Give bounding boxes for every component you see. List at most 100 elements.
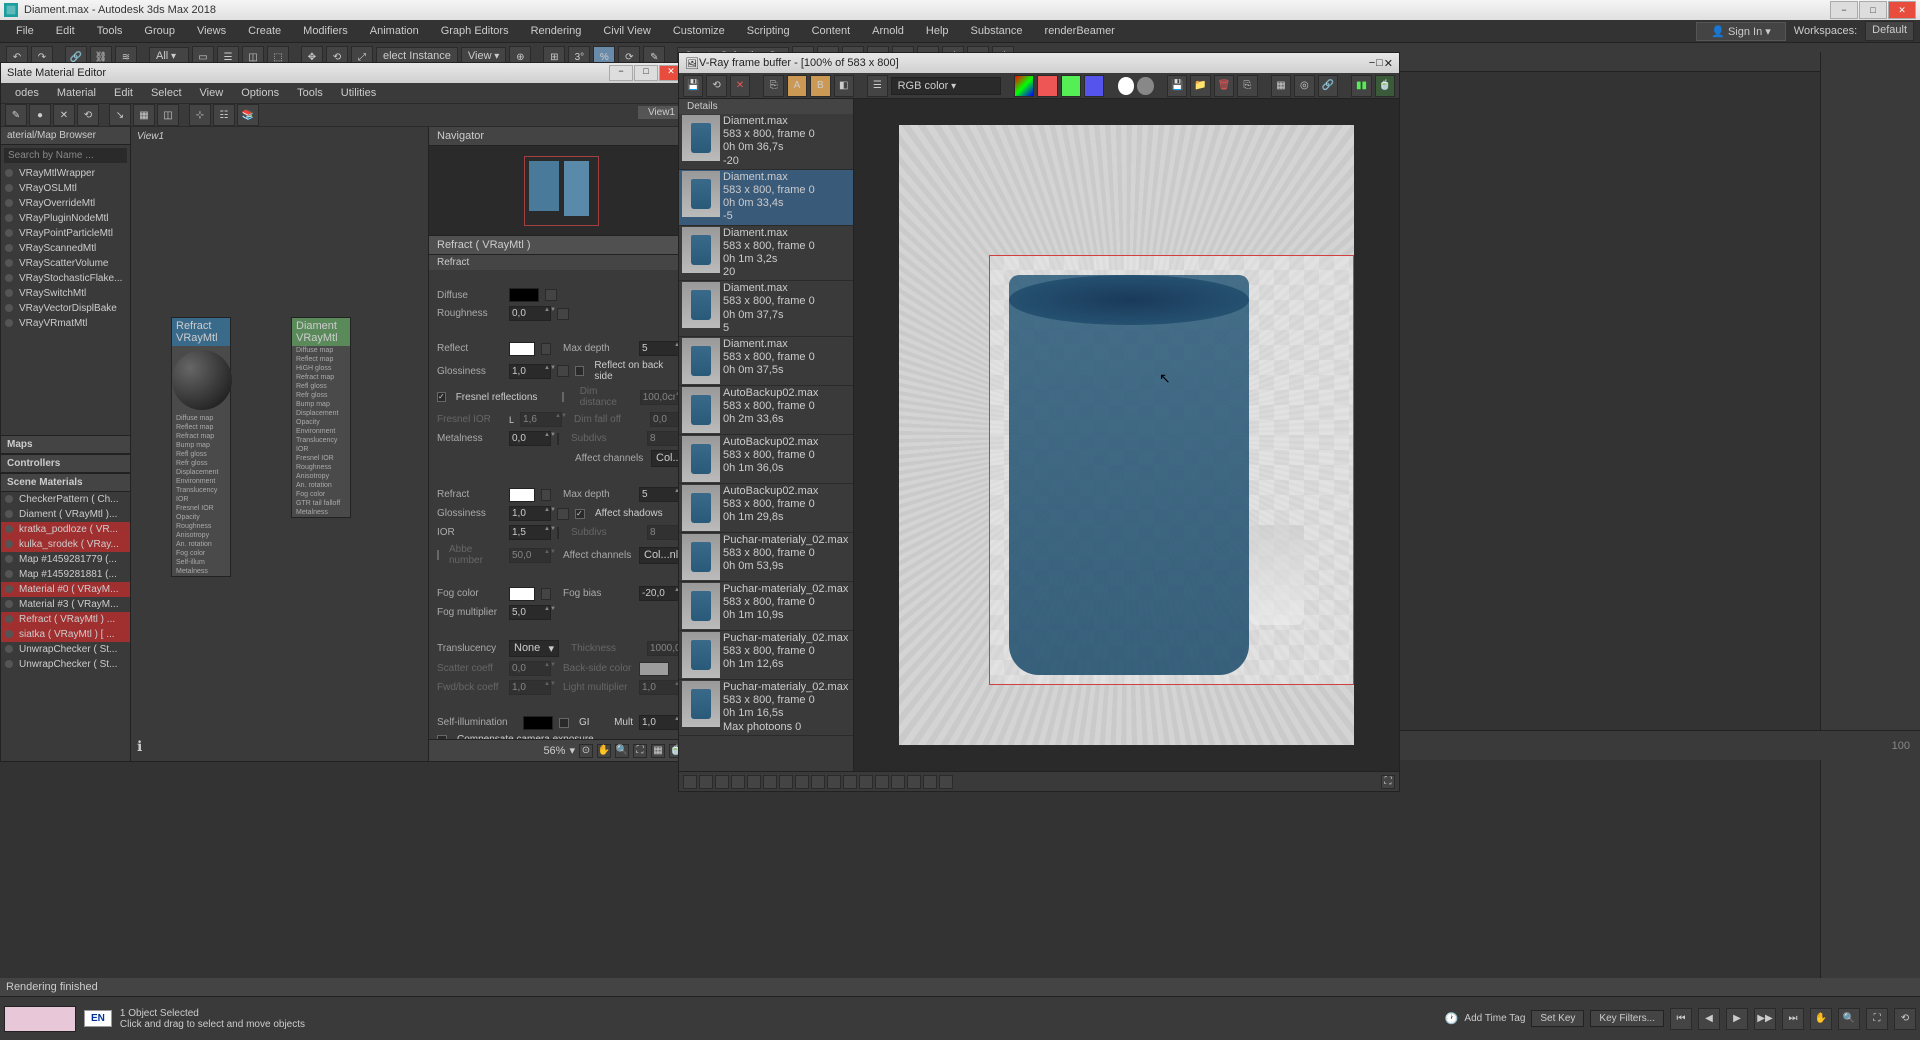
vfb-title-bar[interactable]: 🖼 V-Ray frame buffer - [100% of 583 x 80… (679, 53, 1399, 73)
diffuse-color-swatch[interactable] (509, 288, 539, 302)
refract-color-swatch[interactable] (509, 488, 535, 502)
scene-material-item[interactable]: Refract ( VRayMtl ) ... (1, 612, 130, 627)
reflect-backside-checkbox[interactable] (575, 366, 585, 376)
slate-pick-icon[interactable]: ✎ (5, 104, 27, 126)
controllers-section-header[interactable]: Controllers (1, 454, 130, 473)
time-play-icon[interactable]: ▶ (1726, 1008, 1748, 1030)
script-listener-box[interactable] (4, 1006, 76, 1032)
node-slot[interactable]: Anisotropy (172, 531, 230, 540)
slate-menu-options[interactable]: Options (233, 85, 287, 101)
vfb-save-icon[interactable]: 💾 (683, 75, 703, 97)
node-slot[interactable]: Translucency (172, 486, 230, 495)
slate-matlib-icon[interactable]: 📚 (237, 104, 259, 126)
vfb-channel-dropdown[interactable]: RGB color ▾ (891, 77, 1001, 95)
vfb-region-icon[interactable]: ▦ (1271, 75, 1291, 97)
menu-arnold[interactable]: Arnold (862, 23, 914, 39)
slate-menu-select[interactable]: Select (143, 85, 190, 101)
history-item[interactable]: Diament.max583 x 800, frame 00h 0m 37,5s (679, 337, 853, 386)
vfb-f-btn-5[interactable] (747, 775, 761, 789)
params-title[interactable]: Refract ( VRayMtl ) (429, 236, 689, 255)
set-key-button[interactable]: Set Key (1531, 1010, 1584, 1027)
history-item[interactable]: AutoBackup02.max583 x 800, frame 00h 1m … (679, 484, 853, 533)
timeline-ruler[interactable]: 100 (1400, 730, 1920, 760)
menu-tools[interactable]: Tools (87, 23, 133, 39)
menu-civil-view[interactable]: Civil View (593, 23, 660, 39)
vfb-green-icon[interactable] (1061, 75, 1081, 97)
material-type-item[interactable]: VRayScannedMtl (1, 241, 130, 256)
scene-materials-header[interactable]: Scene Materials (1, 473, 130, 492)
menu-graph-editors[interactable]: Graph Editors (431, 23, 519, 39)
language-badge[interactable]: EN (84, 1010, 112, 1027)
vfb-saveall-icon[interactable]: 💾 (1167, 75, 1187, 97)
lightmult-spinner[interactable]: ▲▼ (639, 680, 681, 695)
key-filters-button[interactable]: Key Filters... (1590, 1010, 1664, 1027)
slate-layout-icon[interactable]: ☷ (213, 104, 235, 126)
fogbias-spinner[interactable]: ▲▼ (639, 586, 681, 601)
scene-material-item[interactable]: kratka_podloze ( VR... (1, 522, 130, 537)
backside-swatch[interactable] (639, 662, 669, 676)
vfb-stop-icon[interactable]: ▮▮ (1351, 75, 1371, 97)
signin-button[interactable]: 👤 Sign In ▾ (1696, 22, 1786, 41)
node-slot[interactable]: Self-illum (172, 558, 230, 567)
node-slot[interactable]: Refl gloss (292, 382, 350, 391)
vfb-f-expand-icon[interactable]: ⛶ (1381, 775, 1395, 789)
browser-search-input[interactable]: Search by Name ... (4, 148, 127, 163)
abbe-checkbox[interactable] (437, 550, 439, 560)
fresnelior-spinner[interactable]: ▲▼ (520, 412, 562, 427)
scene-material-item[interactable]: kulka_srodek ( VRay... (1, 537, 130, 552)
node-slot[interactable]: Refract map (172, 432, 230, 441)
vfb-f-btn-17[interactable] (939, 775, 953, 789)
node-view[interactable]: View1 RefractVRayMtl Diffuse mapReflect … (131, 127, 429, 761)
translucency-dropdown[interactable]: None▾ (509, 640, 559, 657)
material-type-item[interactable]: VRayPluginNodeMtl (1, 211, 130, 226)
node-slot[interactable]: Bump map (172, 441, 230, 450)
slate-menu-utilities[interactable]: Utilities (333, 85, 384, 101)
vfb-f-btn-4[interactable] (731, 775, 745, 789)
vfb-track-icon[interactable]: ◎ (1294, 75, 1314, 97)
node-slot[interactable]: HiGH gloss (292, 364, 350, 373)
slate-menu-modes[interactable]: odes (7, 85, 47, 101)
history-item[interactable]: Puchar-materialy_02.max583 x 800, frame … (679, 680, 853, 736)
vfb-link-icon[interactable]: 🔗 (1318, 75, 1338, 97)
zoom-fit-icon[interactable]: ⊙ (579, 744, 593, 758)
material-type-item[interactable]: VRayVRmatMtl (1, 316, 130, 331)
node-slot[interactable]: Refr gloss (172, 459, 230, 468)
node-slot[interactable]: Displacement (292, 409, 350, 418)
vfb-f-btn-16[interactable] (923, 775, 937, 789)
history-item[interactable]: AutoBackup02.max583 x 800, frame 00h 2m … (679, 386, 853, 435)
diffuse-map-button[interactable] (545, 289, 557, 301)
node-slot[interactable]: Diffuse map (172, 414, 230, 423)
slate-maximize-button[interactable]: □ (634, 65, 658, 81)
vfb-minimize-button[interactable]: − (1369, 57, 1375, 70)
reflect-color-swatch[interactable] (509, 342, 535, 356)
node-slot[interactable]: IOR (172, 495, 230, 504)
slate-menu-material[interactable]: Material (49, 85, 104, 101)
material-type-item[interactable]: VRayMtlWrapper (1, 166, 130, 181)
history-item[interactable]: Diament.max583 x 800, frame 00h 1m 3,2s2… (679, 226, 853, 282)
node-slot[interactable]: Environment (292, 427, 350, 436)
dimdist-checkbox[interactable] (562, 392, 564, 402)
scene-material-item[interactable]: siatka ( VRayMtl ) [ ... (1, 627, 130, 642)
material-type-item[interactable]: VRayScatterVolume (1, 256, 130, 271)
vfb-close-button[interactable]: ✕ (1384, 57, 1393, 70)
vfb-red-icon[interactable] (1037, 75, 1057, 97)
vfb-f-btn-13[interactable] (875, 775, 889, 789)
slate-menu-edit[interactable]: Edit (106, 85, 141, 101)
ior-spinner[interactable]: ▲▼ (509, 525, 551, 540)
refract-depth-spinner[interactable]: ▲▼ (639, 487, 681, 502)
viewport-nav-icon-1[interactable]: ✋ (1810, 1008, 1832, 1030)
vfb-f-btn-2[interactable] (699, 775, 713, 789)
history-item[interactable]: Puchar-materialy_02.max583 x 800, frame … (679, 533, 853, 582)
command-panel-strip[interactable] (1820, 52, 1920, 1000)
scene-material-item[interactable]: Map #1459281779 (... (1, 552, 130, 567)
menu-edit[interactable]: Edit (46, 23, 85, 39)
material-type-item[interactable]: VRayVectorDisplBake (1, 301, 130, 316)
menu-substance[interactable]: Substance (961, 23, 1033, 39)
fwdback-spinner[interactable]: ▲▼ (509, 680, 551, 695)
vfb-f-btn-1[interactable] (683, 775, 697, 789)
fresnel-checkbox[interactable] (437, 392, 446, 402)
material-type-item[interactable]: VRaySwitchMtl (1, 286, 130, 301)
navigator-viewport-frame[interactable] (524, 156, 599, 226)
slate-sync-icon[interactable]: ⟲ (77, 104, 99, 126)
node-slot[interactable]: Opacity (292, 418, 350, 427)
